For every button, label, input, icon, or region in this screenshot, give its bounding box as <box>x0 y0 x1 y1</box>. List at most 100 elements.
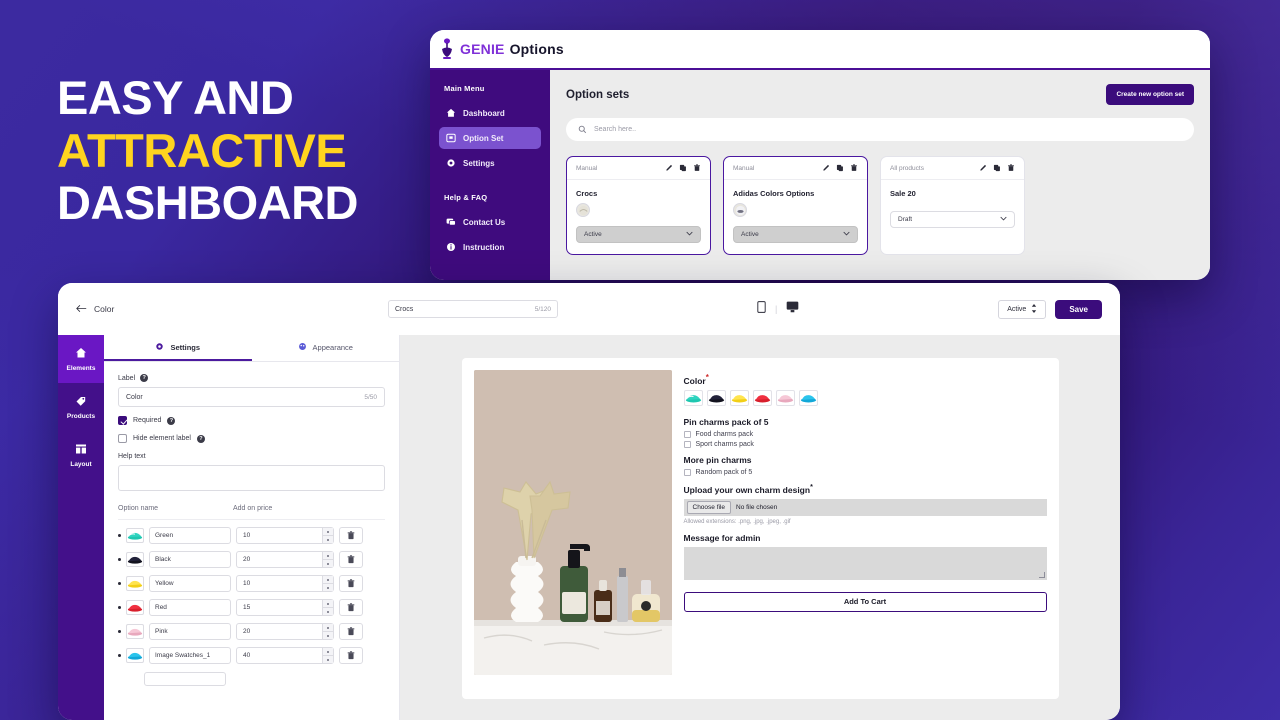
delete-option-button[interactable] <box>339 527 363 544</box>
blue-shoe-swatch[interactable] <box>126 648 144 663</box>
help-icon[interactable]: ? <box>140 374 148 382</box>
delete-option-button[interactable] <box>339 647 363 664</box>
file-upload-field[interactable]: Choose file No file chosen <box>684 499 1047 516</box>
required-checkbox-row[interactable]: Required ? <box>118 416 385 425</box>
drag-handle-icon[interactable] <box>118 630 121 633</box>
checkbox-sport-charms-pack[interactable]: Sport charms pack <box>684 441 1047 448</box>
option-set-card[interactable]: Manual Crocs Active <box>566 156 711 255</box>
option-name-input[interactable]: Green <box>149 527 231 544</box>
delete-option-button[interactable] <box>339 551 363 568</box>
drag-handle-icon[interactable] <box>118 558 121 561</box>
tab-settings[interactable]: Settings <box>104 335 252 361</box>
pink-shoe-swatch[interactable] <box>126 624 144 639</box>
create-new-option-set-button[interactable]: Create new option set <box>1106 84 1194 105</box>
sidebar-item-settings[interactable]: Settings <box>439 152 541 174</box>
pink-shoe-swatch[interactable] <box>776 390 795 406</box>
option-name-input[interactable]: Red <box>149 599 231 616</box>
choose-file-button[interactable]: Choose file <box>687 501 732 514</box>
option-price-input[interactable]: 20 <box>236 551 334 568</box>
duplicate-icon[interactable] <box>836 164 844 172</box>
card-status-select[interactable]: Active <box>576 226 701 243</box>
sidebar-item-dashboard[interactable]: Dashboard <box>439 102 541 124</box>
edit-icon[interactable] <box>665 164 673 172</box>
green-shoe-swatch[interactable] <box>126 528 144 543</box>
price-stepper[interactable] <box>322 552 333 567</box>
drag-handle-icon[interactable] <box>118 582 121 585</box>
price-stepper[interactable] <box>322 600 333 615</box>
option-row[interactable]: Black 20 <box>118 551 385 568</box>
required-checkbox[interactable] <box>118 416 127 425</box>
blue-shoe-swatch[interactable] <box>799 390 818 406</box>
green-shoe-swatch[interactable] <box>684 390 703 406</box>
red-shoe-swatch[interactable] <box>126 600 144 615</box>
save-button[interactable]: Save <box>1055 300 1102 319</box>
delete-icon[interactable] <box>693 164 701 172</box>
hide-element-label-checkbox[interactable] <box>118 434 127 443</box>
option-price-input[interactable]: 20 <box>236 623 334 640</box>
duplicate-icon[interactable] <box>993 164 1001 172</box>
delete-option-button[interactable] <box>339 623 363 640</box>
card-status-select[interactable]: Draft <box>890 211 1015 228</box>
option-name-input[interactable]: Pink <box>149 623 231 640</box>
desktop-preview-icon[interactable] <box>786 300 799 318</box>
option-price-input[interactable]: 10 <box>236 527 334 544</box>
yellow-shoe-swatch[interactable] <box>126 576 144 591</box>
drag-handle-icon[interactable] <box>118 534 121 537</box>
sidebar-item-instruction[interactable]: Instruction <box>439 236 541 258</box>
rail-item-elements[interactable]: Elements <box>58 335 104 383</box>
black-shoe-swatch[interactable] <box>707 390 726 406</box>
duplicate-icon[interactable] <box>679 164 687 172</box>
rail-item-products[interactable]: Products <box>58 383 104 431</box>
option-row[interactable]: Pink 20 <box>118 623 385 640</box>
price-stepper[interactable] <box>322 576 333 591</box>
option-row[interactable]: Red 15 <box>118 599 385 616</box>
status-select[interactable]: Active <box>998 300 1046 319</box>
sidebar-item-option-set[interactable]: Option Set <box>439 127 541 149</box>
help-icon[interactable]: ? <box>197 435 205 443</box>
checkbox-food-charms-pack[interactable]: Food charms pack <box>684 431 1047 438</box>
price-stepper[interactable] <box>322 648 333 663</box>
black-shoe-swatch[interactable] <box>126 552 144 567</box>
app-logo[interactable]: GENIE Options <box>439 38 564 60</box>
delete-icon[interactable] <box>850 164 858 172</box>
option-row[interactable]: Green 10 <box>118 527 385 544</box>
delete-option-button[interactable] <box>339 599 363 616</box>
checkbox-icon[interactable] <box>684 469 691 476</box>
sidebar-item-contact-us[interactable]: Contact Us <box>439 211 541 233</box>
card-status-select[interactable]: Active <box>733 226 858 243</box>
red-shoe-swatch[interactable] <box>753 390 772 406</box>
hide-element-label-row[interactable]: Hide element label ? <box>118 434 385 443</box>
checkbox-icon[interactable] <box>684 441 691 448</box>
tab-appearance[interactable]: Appearance <box>252 335 400 361</box>
price-stepper[interactable] <box>322 624 333 639</box>
mobile-preview-icon[interactable] <box>757 300 766 318</box>
help-icon[interactable]: ? <box>167 417 175 425</box>
checkbox-random-pack-of-5[interactable]: Random pack of 5 <box>684 469 1047 476</box>
option-set-card[interactable]: Manual Adidas Colors Options <box>723 156 868 255</box>
option-price-input[interactable]: 10 <box>236 575 334 592</box>
label-input[interactable]: Color 5/50 <box>118 387 385 407</box>
add-to-cart-button[interactable]: Add To Cart <box>684 592 1047 612</box>
search-input[interactable]: Search here.. <box>566 118 1194 141</box>
option-name-input[interactable]: Black <box>149 551 231 568</box>
option-name-input[interactable]: Yellow <box>149 575 231 592</box>
drag-handle-icon[interactable] <box>118 654 121 657</box>
option-row[interactable]: Image Swatches_1 40 <box>118 647 385 664</box>
edit-icon[interactable] <box>822 164 830 172</box>
back-link[interactable]: Color <box>76 300 376 318</box>
help-text-input[interactable] <box>118 465 385 491</box>
option-price-input[interactable]: 15 <box>236 599 334 616</box>
option-price-input[interactable]: 40 <box>236 647 334 664</box>
option-row[interactable]: Yellow 10 <box>118 575 385 592</box>
yellow-shoe-swatch[interactable] <box>730 390 749 406</box>
delete-option-button[interactable] <box>339 575 363 592</box>
message-for-admin-textarea[interactable] <box>684 547 1047 580</box>
option-set-card[interactable]: All products Sale 20 Draft <box>880 156 1025 255</box>
edit-icon[interactable] <box>979 164 987 172</box>
price-stepper[interactable] <box>322 528 333 543</box>
drag-handle-icon[interactable] <box>118 606 121 609</box>
option-name-input[interactable]: Image Swatches_1 <box>149 647 231 664</box>
rail-item-layout[interactable]: Layout <box>58 431 104 479</box>
checkbox-icon[interactable] <box>684 431 691 438</box>
add-option-button[interactable] <box>144 672 226 686</box>
